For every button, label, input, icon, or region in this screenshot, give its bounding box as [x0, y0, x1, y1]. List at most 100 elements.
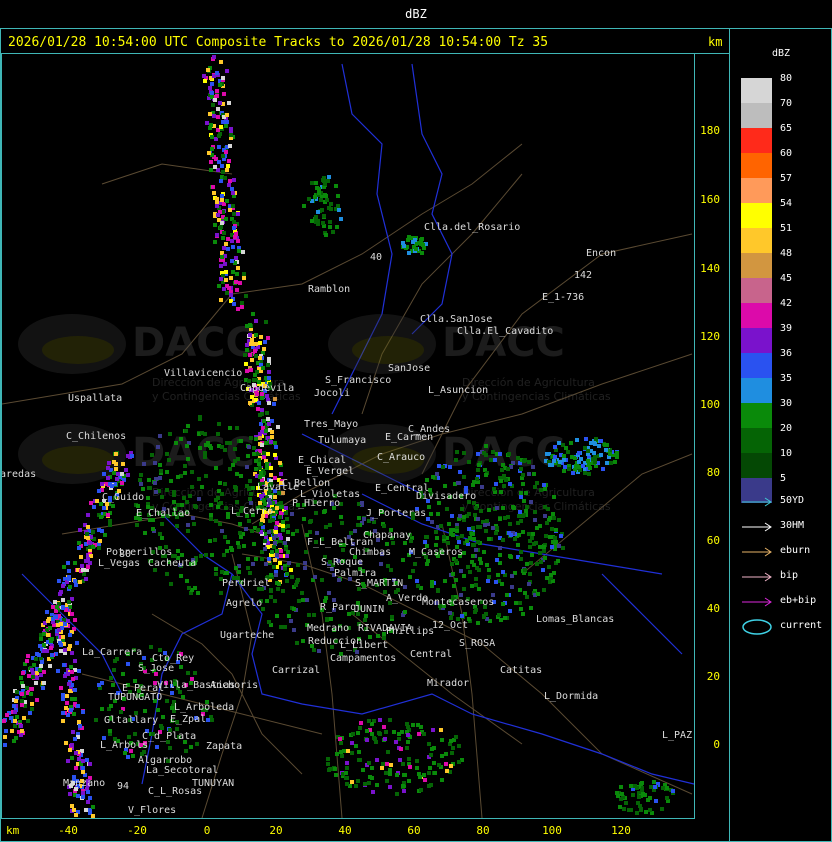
place-label-uspallata: Uspallata — [68, 393, 122, 404]
radar-echo-pixel — [339, 515, 343, 519]
radar-echo-pixel — [158, 648, 162, 652]
radar-echo-pixel — [5, 713, 9, 717]
radar-echo-pixel — [407, 779, 411, 783]
y-tick-0: 0 — [713, 738, 720, 751]
radar-echo-pixel — [19, 676, 23, 680]
place-label-e-vergel: E_Vergel — [306, 466, 354, 477]
radar-echo-pixel — [301, 598, 305, 602]
radar-echo-pixel — [67, 569, 71, 573]
radar-echo-pixel — [227, 101, 231, 105]
radar-echo-pixel — [460, 507, 464, 511]
radar-echo-pixel — [323, 182, 327, 186]
radar-echo-pixel — [415, 759, 419, 763]
radar-echo-pixel — [401, 762, 405, 766]
radar-echo-pixel — [583, 471, 587, 475]
radar-echo-pixel — [268, 519, 272, 523]
x-tick-120: 120 — [611, 824, 631, 837]
radar-echo-pixel — [588, 466, 592, 470]
radar-echo-pixel — [327, 206, 331, 210]
radar-echo-pixel — [14, 699, 18, 703]
radar-echo-pixel — [160, 536, 164, 540]
radar-echo-pixel — [281, 528, 285, 532]
place-label-94: 94 — [117, 781, 129, 792]
radar-echo-pixel — [472, 537, 476, 541]
radar-echo-pixel — [377, 731, 381, 735]
radar-echo-pixel — [283, 625, 287, 629]
radar-echo-pixel — [420, 237, 424, 241]
radar-map[interactable]: DACC Dirección de Agricultura y Contingenc… — [0, 54, 695, 819]
track-label-30hm: 30HM — [780, 520, 805, 531]
radar-echo-pixel — [226, 540, 230, 544]
radar-echo-pixel — [108, 523, 112, 527]
radar-echo-pixel — [269, 473, 273, 477]
radar-echo-pixel — [248, 479, 252, 483]
radar-echo-pixel — [280, 505, 284, 509]
legend-swatch-36 — [741, 353, 772, 378]
radar-echo-pixel — [220, 194, 224, 198]
radar-echo-pixel — [196, 591, 200, 595]
legend-value-36: 36 — [780, 348, 793, 359]
radar-echo-pixel — [126, 755, 130, 759]
radar-echo-pixel — [605, 461, 609, 465]
radar-echo-pixel — [13, 719, 17, 723]
radar-echo-pixel — [279, 536, 283, 540]
radar-echo-pixel — [345, 766, 349, 770]
radar-echo-pixel — [542, 588, 546, 592]
radar-echo-pixel — [292, 628, 296, 632]
radar-echo-pixel — [70, 651, 74, 655]
radar-echo-pixel — [405, 746, 409, 750]
radar-echo-pixel — [492, 487, 496, 491]
legend-value-35: 35 — [780, 373, 793, 384]
radar-echo-pixel — [513, 537, 517, 541]
radar-echo-pixel — [353, 529, 357, 533]
radar-map-canvas[interactable]: DACCDirección de Agriculturay Contingenc… — [0, 54, 695, 819]
radar-echo-pixel — [228, 426, 232, 430]
radar-echo-pixel — [361, 768, 365, 772]
radar-echo-pixel — [424, 535, 428, 539]
radar-echo-pixel — [160, 522, 164, 526]
radar-echo-pixel — [248, 353, 252, 357]
radar-echo-pixel — [312, 648, 316, 652]
radar-echo-pixel — [359, 721, 363, 725]
radar-echo-pixel — [222, 92, 226, 96]
radar-echo-pixel — [618, 805, 622, 809]
place-label-80: 80 — [119, 549, 131, 560]
radar-echo-pixel — [411, 569, 415, 573]
radar-echo-pixel — [40, 660, 44, 664]
radar-echo-pixel — [482, 550, 486, 554]
radar-echo-pixel — [384, 771, 388, 775]
radar-echo-pixel — [217, 160, 221, 164]
radar-echo-pixel — [376, 634, 380, 638]
radar-echo-pixel — [446, 541, 450, 545]
radar-echo-pixel — [295, 641, 299, 645]
radar-echo-pixel — [339, 217, 343, 221]
radar-echo-pixel — [533, 485, 537, 489]
radar-echo-pixel — [472, 563, 476, 567]
radar-echo-pixel — [184, 429, 188, 433]
radar-echo-pixel — [327, 591, 331, 595]
radar-echo-pixel — [226, 237, 230, 241]
radar-echo-pixel — [601, 467, 605, 471]
radar-echo-pixel — [224, 270, 228, 274]
radar-echo-pixel — [61, 693, 65, 697]
radar-echo-pixel — [58, 641, 62, 645]
radar-echo-pixel — [328, 523, 332, 527]
radar-echo-pixel — [429, 783, 433, 787]
radar-echo-pixel — [252, 452, 256, 456]
radar-echo-pixel — [402, 244, 406, 248]
x-axis-unit-label: km — [6, 824, 20, 837]
radar-echo-pixel — [95, 499, 99, 503]
y-tick-40: 40 — [706, 602, 720, 615]
radar-echo-pixel — [522, 513, 526, 517]
radar-echo-pixel — [39, 664, 43, 668]
radar-echo-pixel — [390, 615, 394, 619]
radar-echo-pixel — [398, 758, 402, 762]
legend-swatch-10 — [741, 453, 772, 478]
radar-echo-pixel — [462, 451, 466, 455]
radar-echo-pixel — [484, 453, 488, 457]
radar-echo-pixel — [30, 707, 34, 711]
radar-echo-pixel — [254, 437, 258, 441]
radar-echo-pixel — [175, 524, 179, 528]
radar-echo-pixel — [527, 582, 531, 586]
radar-echo-pixel — [536, 592, 540, 596]
